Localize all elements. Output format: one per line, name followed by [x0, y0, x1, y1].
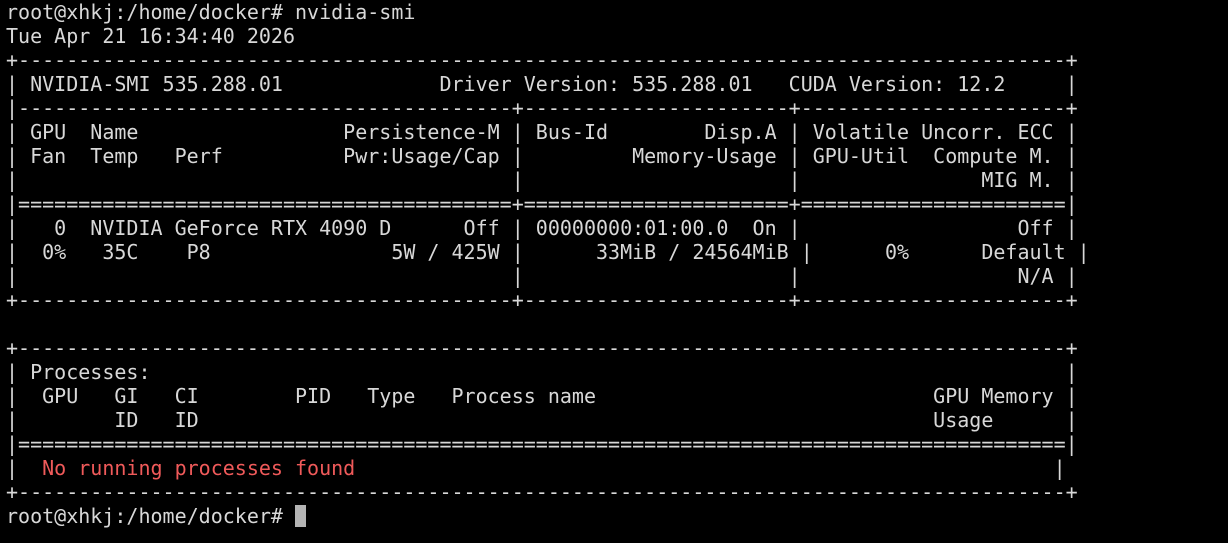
terminal-window[interactable]: root@xhkj:/home/docker# nvidia-smi Tue A… [0, 0, 1228, 543]
processes-header-divider: |=======================================… [6, 432, 1078, 456]
shell-prompt: root@xhkj:/home/docker# [6, 504, 295, 528]
processes-title: | Processes: | [6, 360, 1078, 384]
no-processes-message: No running processes found [42, 456, 356, 480]
row-prefix: | [6, 456, 43, 480]
table-separator: |---------------------------------------… [6, 96, 1078, 120]
processes-header-row-1: | GPU GI CI PID Type Process name GPU Me… [6, 384, 1078, 408]
text-cursor[interactable] [294, 505, 306, 527]
no-processes-row: | No running processes found | [6, 456, 1228, 480]
table-top-border: +---------------------------------------… [6, 48, 1078, 72]
gpu-row-3: | | | N/A | [6, 264, 1078, 288]
gpu-table-bottom-border: +---------------------------------------… [6, 288, 1078, 312]
processes-bottom-border: +---------------------------------------… [6, 480, 1078, 504]
processes-header-row-2: | ID ID Usage | [6, 408, 1078, 432]
prompt-line[interactable]: root@xhkj:/home/docker# [6, 504, 1228, 528]
command-line: root@xhkj:/home/docker# nvidia-smi [6, 0, 416, 24]
gpu-header-row-2: | Fan Temp Perf Pwr:Usage/Cap | Memory-U… [6, 144, 1078, 168]
terminal-output: root@xhkj:/home/docker# nvidia-smi Tue A… [6, 0, 1228, 504]
version-line: | NVIDIA-SMI 535.288.01 Driver Version: … [6, 72, 1078, 96]
gpu-header-row-3: | | | MIG M. | [6, 168, 1078, 192]
gpu-row-1: | 0 NVIDIA GeForce RTX 4090 D Off | 0000… [6, 216, 1078, 240]
gpu-header-divider: |=======================================… [6, 192, 1078, 216]
gpu-header-row-1: | GPU Name Persistence-M | Bus-Id Disp.A… [6, 120, 1078, 144]
processes-top-border: +---------------------------------------… [6, 336, 1078, 360]
timestamp-line: Tue Apr 21 16:34:40 2026 [6, 24, 295, 48]
row-suffix: | [355, 456, 1066, 480]
gpu-row-2: | 0% 35C P8 5W / 425W | 33MiB / 24564MiB… [6, 240, 1090, 264]
